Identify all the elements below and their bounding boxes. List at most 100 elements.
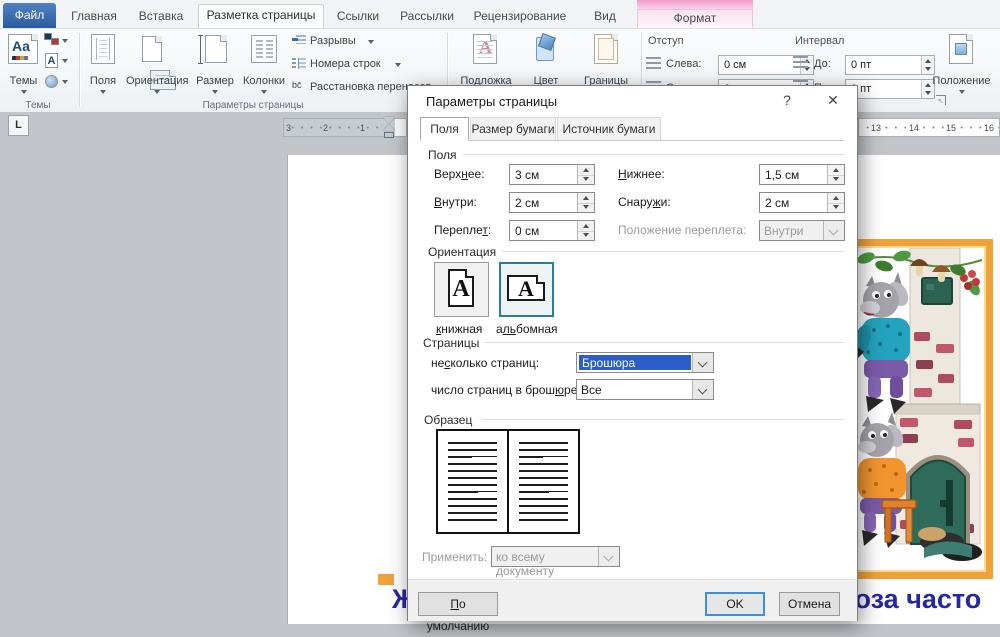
spinner-buttons[interactable] [577,193,594,212]
illustration-scene [854,248,983,561]
spacing-after-field[interactable]: 0 пт [845,79,935,99]
hyphenation-icon: bc̄ [292,80,302,90]
tab-file[interactable]: Файл [3,3,56,28]
size-icon [205,35,227,63]
gutter-position-select: Внутри [759,220,845,241]
spinner-buttons[interactable] [577,221,594,240]
tab-stop-selector[interactable]: L [8,115,29,136]
bottom-margin-field[interactable]: 1,5 см [759,164,845,185]
top-margin-field[interactable]: 3 см [509,164,595,185]
spacing-before-icon [793,56,808,69]
ruler-mark: 2 [323,123,329,133]
tab-home[interactable]: Главная [64,6,124,28]
tab-margins[interactable]: Поля [420,117,469,141]
chevron-down-icon [823,221,844,240]
cancel-button[interactable]: Отмена [779,592,840,616]
outside-margin-field[interactable]: 2 см [759,192,845,213]
preview-section-label: Образец [424,413,473,427]
indent-left-icon [646,57,661,69]
book-illustration [845,239,993,579]
tab-view[interactable]: Вид [582,6,628,28]
bottom-margin-label: Нижнее: [618,167,665,181]
orientation-button[interactable]: Ориентация [126,33,188,95]
paragraph-dialog-launcher[interactable]: ↘ [936,95,946,105]
ruler-mark: 14 [909,123,920,133]
chevron-down-icon [62,80,68,84]
theme-colors-button[interactable] [43,31,69,51]
theme-effects-button[interactable] [43,74,69,93]
help-button[interactable]: ? [776,92,798,108]
tab-paper-size[interactable]: Размер бумаги [470,117,556,141]
chevron-down-icon [100,90,106,94]
contextual-tab-group-marker [637,0,753,9]
orientation-portrait-option[interactable]: A [434,262,489,317]
themes-icon: Aa [8,34,38,64]
indent-left-label: Слева: [666,58,702,70]
chevron-down-icon [261,90,267,94]
close-button[interactable]: ✕ [822,92,844,109]
preview-booklet [436,429,582,534]
orientation-landscape-option[interactable]: A [499,262,554,317]
line-numbers-button[interactable]: Номера строк [292,57,432,72]
theme-fonts-icon: A [45,53,58,68]
top-margin-label: Верхнее: [434,167,485,181]
horizontal-ruler[interactable]: 3 2 1 [283,118,395,137]
document-text-right: Коза часто [838,584,982,614]
pages-per-booklet-select[interactable]: Все [576,379,714,400]
orientation-icon [142,36,162,62]
gutter-position-label: Положение переплета: [618,223,747,237]
margins-icon [91,34,115,64]
themes-button[interactable]: Aa Темы [7,33,40,95]
tab-format[interactable]: Формат [637,9,753,28]
watermark-icon: A [473,34,497,64]
spacing-before-field[interactable]: 0 пт [845,55,935,75]
tab-references[interactable]: Ссылки [332,6,384,28]
page-borders-icon [594,34,618,64]
chevron-down-icon[interactable] [692,353,713,372]
page-color-icon [534,33,558,63]
gutter-field[interactable]: 0 см [509,220,595,241]
chevron-down-icon [154,90,160,94]
orientation-section-label: Ориентация [428,245,497,259]
theme-fonts-button[interactable]: A [43,53,69,72]
chevron-down-icon [368,40,374,44]
page-setup-dialog: Параметры страницы ? ✕ Поля Размер бумаг… [407,85,858,633]
dialog-title: Параметры страницы [426,94,558,109]
portrait-option-label: книжная [436,322,483,336]
multiple-pages-select[interactable]: Брошюра [576,352,714,373]
breaks-button[interactable]: Разрывы [292,34,432,49]
themes-group-label: Темы [25,100,51,111]
chevron-down-icon [395,63,401,67]
tab-paper-source[interactable]: Источник бумаги [557,117,661,141]
inside-margin-label: Внутри: [434,195,477,209]
margins-section-label: Поля [428,148,457,162]
pages-section-label: Страницы [423,336,480,350]
ruler-mark: 15 [946,123,957,133]
group-separator [79,33,80,107]
preview-left-page [436,429,509,534]
chevron-down-icon[interactable] [692,380,713,399]
position-button[interactable]: Положение [925,33,998,95]
landscape-page-icon: A [507,275,545,301]
apply-to-label: Применить: [422,550,488,564]
spinner-buttons[interactable] [827,165,844,184]
columns-button[interactable]: Колонки [240,33,288,95]
tab-insert[interactable]: Вставка [132,6,190,28]
default-button[interactable]: По умолчанию [418,592,498,633]
apply-to-select: ко всему документу [491,546,620,578]
breaks-icon [292,35,306,46]
tab-review[interactable]: Рецензирование [468,6,572,28]
ruler-mark: 3 [286,123,292,133]
spinner-buttons[interactable] [827,193,844,212]
inside-margin-field[interactable]: 2 см [509,192,595,213]
tab-page-layout[interactable]: Разметка страницы [198,4,324,28]
margins-button[interactable]: Поля [84,33,122,95]
indent-marker[interactable] [383,117,395,139]
position-icon [949,34,973,64]
horizontal-ruler[interactable] [395,118,407,137]
horizontal-ruler[interactable]: 13 14 15 16 [858,118,1000,137]
size-button[interactable]: Размер [192,33,238,95]
spinner-buttons[interactable] [577,165,594,184]
tab-mailings[interactable]: Рассылки [396,6,458,28]
ok-button[interactable]: OK [705,592,765,616]
